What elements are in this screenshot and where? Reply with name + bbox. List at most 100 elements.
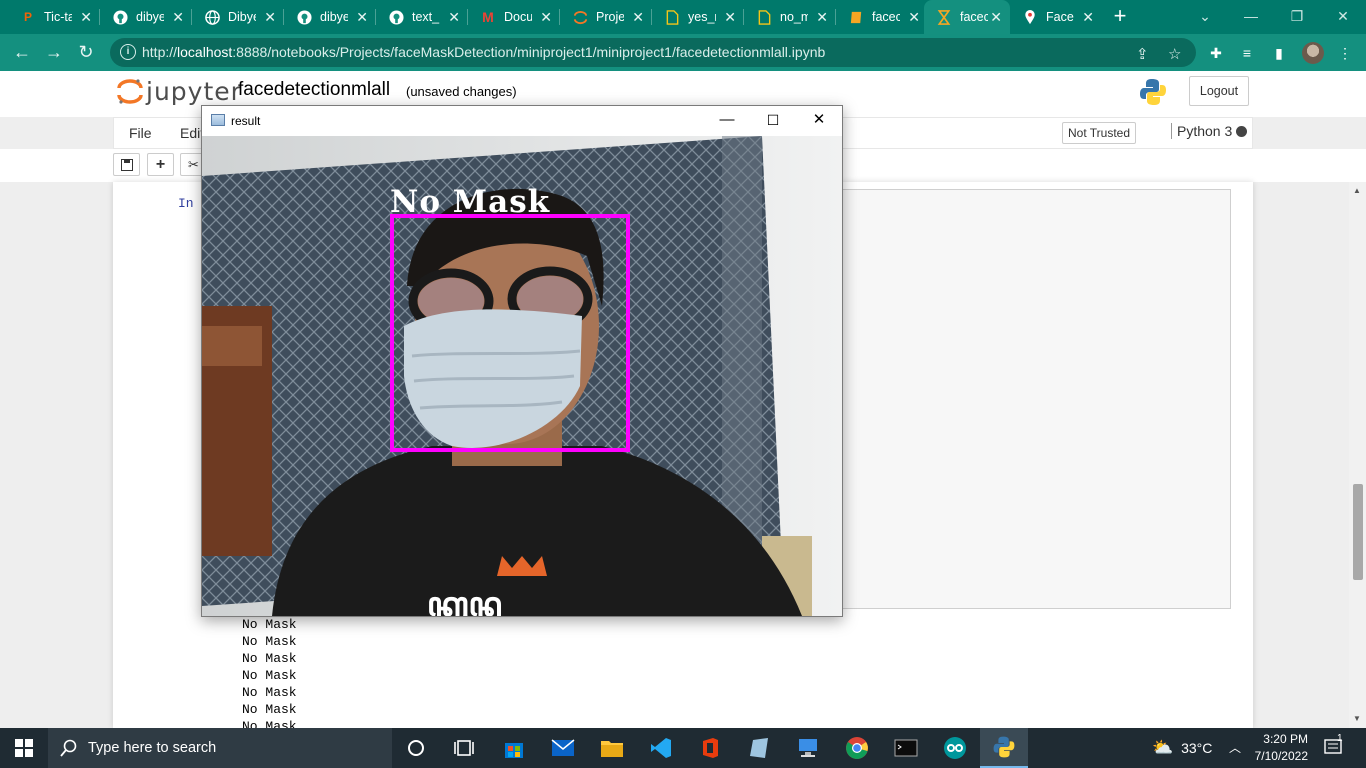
taskbar-this-pc[interactable]	[784, 728, 832, 768]
taskbar-file-explorer[interactable]	[588, 728, 636, 768]
file-icon	[664, 9, 680, 25]
tab-facedetection-1[interactable]: facec ✕	[836, 0, 928, 34]
tab-dibye-3[interactable]: dibye ✕	[284, 0, 376, 34]
face-detection-box	[390, 214, 630, 452]
windows-logo-icon	[15, 739, 33, 757]
logout-button[interactable]: Logout	[1189, 76, 1249, 106]
close-icon[interactable]: ✕	[448, 9, 460, 25]
close-icon[interactable]: ✕	[356, 9, 368, 25]
info-icon[interactable]: i	[120, 44, 136, 60]
scrollbar-thumb[interactable]	[1353, 484, 1363, 580]
taskbar-clock[interactable]: 3:20 PM 7/10/2022	[1248, 731, 1308, 765]
taskbar-office[interactable]	[686, 728, 734, 768]
tab-no-mask[interactable]: no_m ✕	[744, 0, 836, 34]
taskbar-mail[interactable]	[539, 728, 587, 768]
close-window-button[interactable]: ✕	[1320, 0, 1366, 34]
more-menu-icon[interactable]: ⋮	[1336, 44, 1354, 62]
close-icon[interactable]: ✕	[172, 9, 184, 25]
taskbar-terminal[interactable]	[882, 728, 930, 768]
scroll-down-arrow-icon[interactable]: ▼	[1353, 714, 1361, 723]
tab-search-chevron-icon[interactable]: ⌄	[1182, 0, 1228, 34]
github-icon	[112, 9, 128, 25]
weather-cloud-icon: ⛅	[1152, 738, 1174, 757]
taskbar-python[interactable]	[980, 728, 1028, 768]
scroll-up-arrow-icon[interactable]: ▲	[1353, 186, 1361, 195]
clock-date: 7/10/2022	[1254, 749, 1308, 763]
result-window-titlebar[interactable]: result — ☐ ✕	[202, 106, 842, 136]
back-button[interactable]: ←	[10, 41, 34, 65]
cortana-button[interactable]	[392, 728, 440, 768]
python-logo-icon	[1140, 79, 1166, 105]
tab-document[interactable]: M Docu ✕	[468, 0, 560, 34]
tab-face[interactable]: Face ✕	[1010, 0, 1102, 34]
save-status: (unsaved changes)	[406, 84, 517, 99]
detection-label: No Mask	[390, 184, 551, 220]
tab-tic-tac[interactable]: P Tic-ta ✕	[8, 0, 100, 34]
close-icon[interactable]: ✕	[724, 9, 736, 25]
save-button[interactable]	[113, 153, 140, 176]
insert-cell-button[interactable]: +	[147, 153, 174, 176]
result-window-title: result	[231, 114, 261, 128]
tab-dibye-2[interactable]: Dibye ✕	[192, 0, 284, 34]
taskbar-arduino[interactable]	[931, 728, 979, 768]
media-control-icon[interactable]: ≡	[1238, 44, 1256, 62]
tab-facedetection-active[interactable]: facec ✕	[924, 0, 1010, 34]
url-text[interactable]: http://localhost:8888/notebooks/Projects…	[142, 44, 825, 60]
bookmark-star-icon[interactable]: ☆	[1168, 45, 1181, 63]
minimize-button[interactable]: —	[1228, 0, 1274, 34]
taskbar-search-box[interactable]: Type here to search	[48, 728, 392, 768]
jupyter-logo-icon[interactable]	[116, 77, 144, 105]
close-icon[interactable]: ✕	[908, 9, 920, 25]
tab-text[interactable]: text_ ✕	[376, 0, 468, 34]
browser-tab-strip: P Tic-ta ✕ dibye ✕ Dibye ✕ dibye ✕ text_…	[0, 0, 1366, 34]
result-window: result — ☐ ✕ ꦏꦸꦤ No Mask	[201, 105, 843, 617]
maximize-button[interactable]: ☐	[750, 106, 796, 136]
close-icon[interactable]: ✕	[816, 9, 828, 25]
page-scrollbar[interactable]: ▲ ▼	[1349, 182, 1366, 728]
kernel-name[interactable]: Python 3	[1171, 123, 1232, 139]
task-view-icon	[454, 740, 474, 756]
menu-file[interactable]: File	[129, 125, 152, 141]
search-icon	[60, 739, 77, 757]
close-icon[interactable]: ✕	[80, 9, 92, 25]
reload-button[interactable]: ↻	[74, 41, 98, 65]
close-icon[interactable]: ✕	[264, 9, 276, 25]
close-icon[interactable]: ✕	[540, 9, 552, 25]
address-bar[interactable]: i http://localhost:8888/notebooks/Projec…	[110, 38, 1196, 67]
taskbar-chrome[interactable]	[833, 728, 881, 768]
jupyter-wordmark[interactable]: jupyter	[146, 77, 242, 106]
trust-indicator[interactable]: Not Trusted	[1062, 122, 1136, 144]
taskbar-vscode[interactable]	[637, 728, 685, 768]
restore-button[interactable]: ❐	[1274, 0, 1320, 34]
tab-project[interactable]: Proje ✕	[560, 0, 652, 34]
task-view-button[interactable]	[440, 728, 488, 768]
close-button[interactable]: ✕	[796, 106, 842, 136]
side-panel-icon[interactable]: ▮	[1270, 44, 1288, 62]
tab-yes-mask[interactable]: yes_m ✕	[652, 0, 744, 34]
pin-icon	[1022, 9, 1038, 25]
notebook-title[interactable]: facedetectionmlall	[238, 79, 390, 101]
minimize-button[interactable]: —	[704, 106, 750, 136]
show-hidden-icons-chevron-icon[interactable]: ︿	[1229, 728, 1241, 768]
close-icon[interactable]: ✕	[990, 9, 1002, 25]
mail-icon	[551, 739, 575, 756]
github-icon	[296, 9, 312, 25]
taskbar-app-7[interactable]	[735, 728, 783, 768]
file-icon	[756, 9, 772, 25]
close-icon[interactable]: ✕	[1082, 9, 1094, 25]
forward-button[interactable]: →	[42, 41, 66, 65]
tab-dibye-1[interactable]: dibye ✕	[100, 0, 192, 34]
kernel-status-icon	[1236, 126, 1247, 137]
close-icon[interactable]: ✕	[632, 9, 644, 25]
browser-toolbar: ← → ↻ i http://localhost:8888/notebooks/…	[0, 34, 1366, 71]
new-tab-button[interactable]: +	[1108, 5, 1132, 29]
weather-widget[interactable]: ⛅ 33°C	[1152, 728, 1212, 768]
profile-avatar[interactable]	[1302, 42, 1324, 64]
share-icon[interactable]: ⇪	[1136, 45, 1149, 63]
taskbar-store[interactable]	[490, 728, 538, 768]
notification-center-button[interactable]: 1	[1324, 728, 1344, 768]
extensions-puzzle-icon[interactable]: ✚	[1207, 44, 1225, 62]
output-line: No Mask	[242, 634, 297, 649]
start-button[interactable]	[0, 728, 48, 768]
store-icon	[505, 743, 523, 758]
